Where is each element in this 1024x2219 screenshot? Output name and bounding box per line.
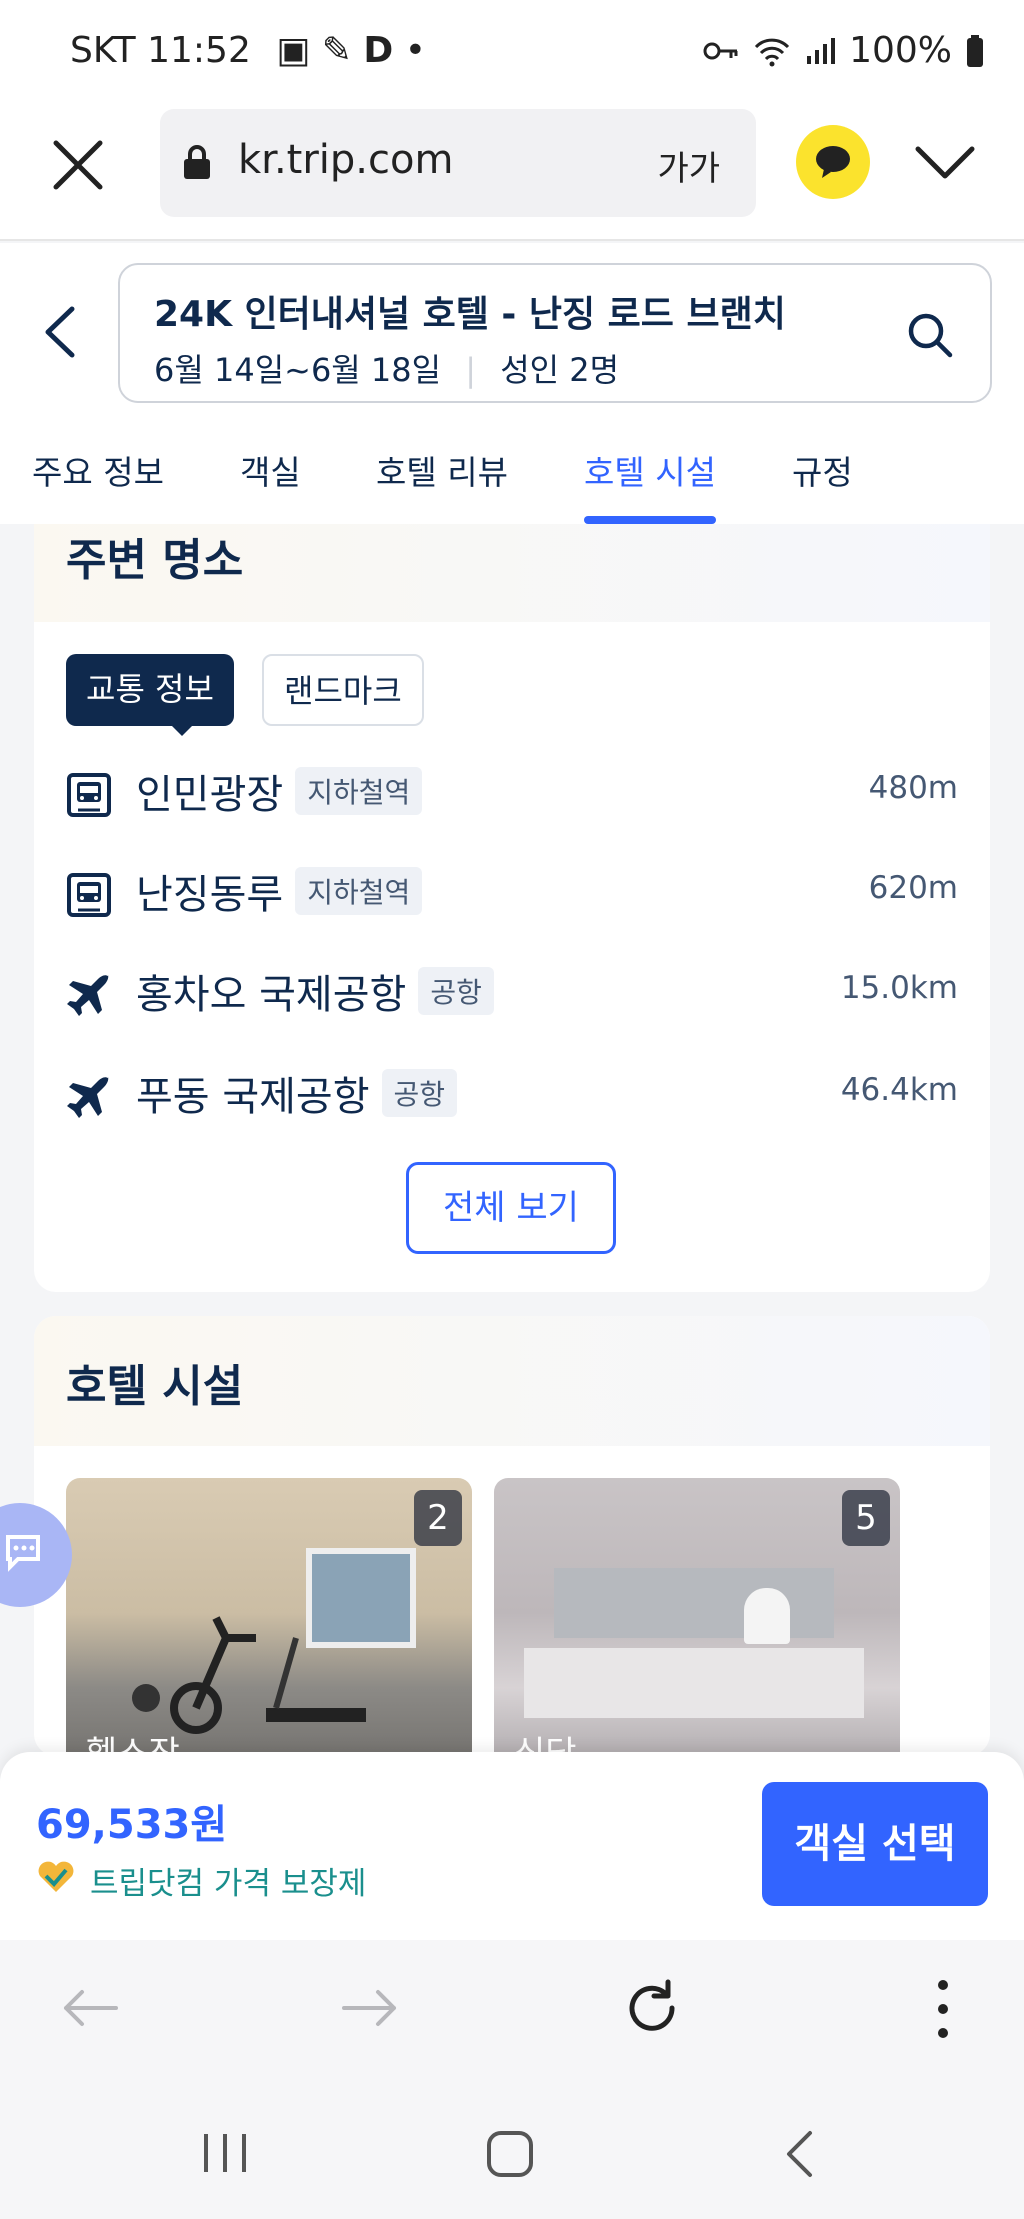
chip-transport[interactable]: 교통 정보 bbox=[66, 654, 234, 726]
kitchen-hood-shape bbox=[554, 1568, 834, 1638]
place-distance: 620m bbox=[868, 870, 958, 906]
hotel-search-box[interactable]: 24K 인터내셔널 호텔 - 난징 로드 브랜치 6월 14일~6월 18일 |… bbox=[118, 263, 992, 403]
search-icon[interactable] bbox=[906, 311, 954, 359]
browser-toolbar: kr.trip.com 가가 bbox=[0, 105, 1024, 241]
place-distance: 15.0km bbox=[840, 970, 958, 1006]
guest-count: 성인 2명 bbox=[500, 351, 620, 389]
section-tabs: 주요 정보 객실 호텔 리뷰 호텔 시설 규정 bbox=[0, 406, 1024, 524]
battery-percent: 100% bbox=[849, 30, 952, 71]
browser-bottom-nav bbox=[0, 1940, 1024, 2080]
signal-icon bbox=[807, 37, 836, 64]
photo-count-badge: 5 bbox=[842, 1490, 890, 1546]
battery-icon bbox=[967, 34, 983, 67]
status-right: 100% bbox=[703, 30, 984, 71]
list-item[interactable]: 난징동루 지하철역 620m bbox=[34, 852, 990, 932]
list-item[interactable]: 푸동 국제공항 공항 46.4km bbox=[34, 1054, 990, 1134]
place-name: 푸동 국제공항 bbox=[136, 1074, 370, 1120]
facility-photo-restaurant[interactable]: 5 식당 bbox=[494, 1478, 900, 1756]
subway-icon bbox=[67, 773, 111, 817]
tab-policies[interactable]: 규정 bbox=[792, 446, 853, 494]
kakaotalk-button[interactable] bbox=[796, 125, 870, 199]
forward-arrow-icon[interactable] bbox=[342, 1988, 400, 2028]
hotel-name: 24K 인터내셔널 호텔 - 난징 로드 브랜치 bbox=[154, 294, 786, 335]
facilities-title: 호텔 시설 bbox=[66, 1361, 244, 1412]
carrier-time-text: SKT 11:52 bbox=[70, 30, 251, 71]
place-name: 홍차오 국제공항 bbox=[136, 972, 407, 1018]
chip-pointer bbox=[170, 724, 194, 736]
facilities-card: 호텔 시설 2 헬스장 5 식당 bbox=[34, 1316, 990, 1756]
chat-icon bbox=[6, 1535, 40, 1572]
facility-photo-gym[interactable]: 2 헬스장 bbox=[66, 1478, 472, 1756]
status-time: SKT 11:52 ▣ ✎ D • bbox=[70, 30, 426, 71]
airplane-icon bbox=[67, 1077, 109, 1118]
url-text: kr.trip.com bbox=[238, 137, 454, 183]
tab-reviews[interactable]: 호텔 리뷰 bbox=[376, 446, 508, 494]
wifi-icon bbox=[754, 38, 790, 66]
back-arrow-icon[interactable] bbox=[42, 305, 76, 359]
price-text: 69,533원 bbox=[36, 1802, 228, 1848]
search-header: 24K 인터내셔널 호텔 - 난징 로드 브랜치 6월 14일~6월 18일 |… bbox=[0, 243, 1024, 406]
counter-shape bbox=[524, 1648, 864, 1718]
lock-icon bbox=[184, 145, 210, 179]
chevron-down-icon[interactable] bbox=[914, 145, 976, 181]
system-back-icon[interactable] bbox=[784, 2130, 814, 2178]
chat-bubble-icon bbox=[816, 146, 850, 178]
divider: | bbox=[465, 351, 477, 389]
nearby-title: 주변 명소 bbox=[66, 535, 244, 586]
search-details: 6월 14일~6월 18일 | 성인 2명 bbox=[154, 345, 619, 391]
place-name: 난징동루 bbox=[136, 872, 284, 918]
list-item[interactable]: 인민광장 지하철역 480m bbox=[34, 752, 990, 832]
close-icon[interactable] bbox=[52, 139, 104, 191]
place-type-tag: 공항 bbox=[381, 1069, 458, 1117]
active-tab-indicator bbox=[584, 516, 716, 524]
subway-icon bbox=[67, 873, 111, 917]
address-bar[interactable]: kr.trip.com 가가 bbox=[160, 109, 756, 217]
booking-bar: 69,533원 트립닷컴 가격 보장제 객실 선택 bbox=[0, 1752, 1024, 1940]
tab-facilities[interactable]: 호텔 시설 bbox=[584, 446, 716, 494]
place-type-tag: 지하철역 bbox=[295, 867, 423, 915]
system-nav-bar bbox=[0, 2080, 1024, 2219]
status-bar: SKT 11:52 ▣ ✎ D • 100% bbox=[0, 0, 1024, 105]
nearby-card: 주변 명소 교통 정보 랜드마크 인민광장 지하철역 480m 난징동루 지하철역 … bbox=[34, 524, 990, 1292]
view-all-button[interactable]: 전체 보기 bbox=[406, 1162, 616, 1254]
place-type-tag: 지하철역 bbox=[295, 767, 423, 815]
price-guarantee-icon bbox=[38, 1861, 74, 1892]
airplane-icon bbox=[67, 975, 109, 1016]
dot-icon: • bbox=[404, 30, 426, 71]
home-icon[interactable] bbox=[486, 2130, 534, 2178]
place-distance: 480m bbox=[868, 770, 958, 806]
select-room-button[interactable]: 객실 선택 bbox=[762, 1782, 988, 1906]
chip-landmark[interactable]: 랜드마크 bbox=[262, 654, 424, 726]
place-distance: 46.4km bbox=[840, 1072, 958, 1108]
price-guarantee-text[interactable]: 트립닷컴 가격 보장제 bbox=[90, 1858, 366, 1903]
photo-count-badge: 2 bbox=[414, 1490, 462, 1546]
reload-icon[interactable] bbox=[622, 1978, 682, 2038]
recent-apps-icon[interactable] bbox=[202, 2132, 248, 2174]
pen-icon: ✎ bbox=[321, 30, 352, 71]
more-menu-icon[interactable] bbox=[936, 1978, 950, 2040]
text-size-button[interactable]: 가가 bbox=[657, 141, 720, 190]
list-item[interactable]: 홍차오 국제공항 공항 15.0km bbox=[34, 952, 990, 1032]
place-type-tag: 공항 bbox=[418, 967, 494, 1015]
chef-figure bbox=[744, 1588, 790, 1644]
tab-rooms[interactable]: 객실 bbox=[240, 446, 301, 494]
key-icon bbox=[703, 42, 738, 59]
stay-dates: 6월 14일~6월 18일 bbox=[154, 351, 442, 389]
tab-overview[interactable]: 주요 정보 bbox=[32, 446, 164, 494]
d-app-icon: D bbox=[363, 30, 394, 71]
back-arrow-icon[interactable] bbox=[60, 1988, 118, 2028]
place-name: 인민광장 bbox=[136, 772, 284, 818]
gallery-icon: ▣ bbox=[276, 30, 311, 71]
